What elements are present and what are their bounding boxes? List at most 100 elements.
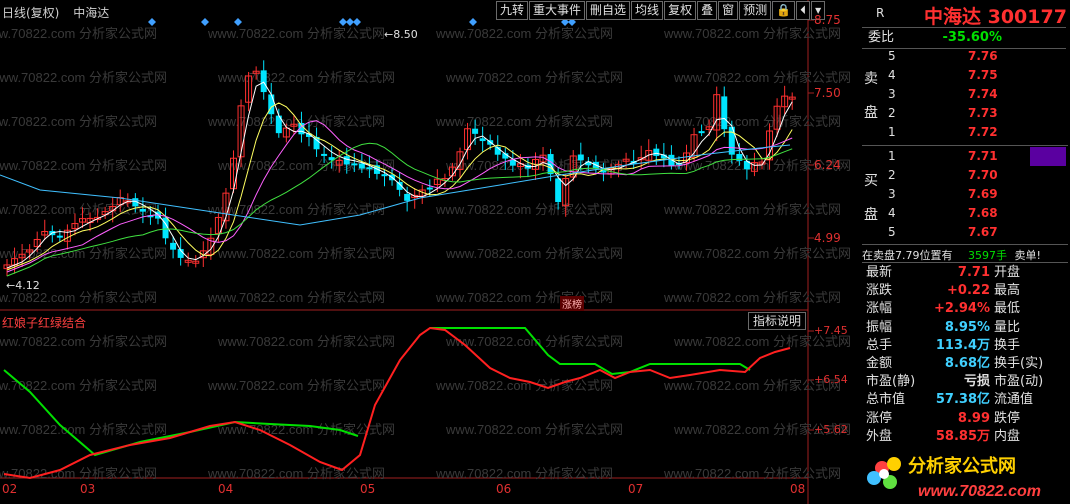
weibi-row: 委比 -35.60% [862,27,1066,49]
watermark-text: www.70822.com 分析家公式网 [673,246,851,261]
order-book-row: 1 7.71 [888,147,1066,166]
quote-value: 58.85万 [935,428,990,444]
candle-body [472,128,479,134]
date-tick: 08 [790,482,806,496]
quote-label: 总市值 [866,392,906,408]
watermark-text: www.70822.com 分析家公式网 [445,334,623,349]
quote-right-label: 市盈(动) [994,374,1044,390]
toolbar-button[interactable]: 复权 [664,1,697,20]
watermark-text: www.70822.com 分析家公式网 [0,422,167,437]
toolbar-button[interactable]: 🔒 [772,1,796,20]
indicator-title: 红娘子红绿结合 [2,316,87,330]
large-order-note: 在卖盘7.79位置有 3597手 卖单! [862,247,1041,263]
price-tick: 8.75 [814,13,841,27]
event-marker-icon [148,18,156,26]
quote-label: 涨跌 [866,283,893,299]
toolbar-button[interactable]: 九转 [496,1,529,20]
watermark-text: www.70822.com 分析家公式网 [445,246,623,261]
event-marker-icon [201,18,209,26]
toolbar-button[interactable]: 均线 [631,1,664,20]
quote-value: 113.4万 [935,337,990,353]
toolbar-button[interactable]: 预测 [739,1,772,20]
note-volume: 3597手 [968,249,1007,262]
high-annotation: ←8.50 [384,28,418,41]
date-tick: 07 [628,482,644,496]
candle-body [698,131,705,134]
order-book-row: 1 7.72 [888,123,1066,142]
quote-label: 总手 [866,337,893,353]
weibi-label: 委比 [868,30,895,45]
book-divider [862,244,1068,245]
order-price: 7.74 [968,87,998,101]
watermark-text: www.70822.com 分析家公式网 [435,290,613,305]
candle-body [358,163,365,169]
toolbar-button[interactable]: 刪自选 [586,1,631,20]
quote-row: 外盘 58.85万 内盘 [862,428,1068,446]
watermark-text: www.70822.com 分析家公式网 [663,114,841,129]
watermark-text: www.70822.com 分析家公式网 [0,334,167,349]
candle-body [479,138,486,142]
indicator-red-line [3,326,791,480]
flower-icon [867,457,901,489]
high-value: 8.50 [393,28,418,41]
quote-value: 57.38亿 [935,392,990,408]
watermark-text: www.70822.com 分析家公式网 [435,114,613,129]
low-value: 4.12 [15,279,40,292]
watermark-text: www.70822.com 分析家公式网 [0,466,157,481]
candle-body [170,242,177,250]
quote-right-label: 流通值 [994,392,1034,408]
indicator-tick: +5.62 [814,423,848,436]
watermark-text: www.70822.com 分析家公式网 [217,70,395,85]
quote-value: 8.99 [957,410,990,426]
price-tick: 4.99 [814,231,841,245]
event-marker-icon [346,18,354,26]
chart-area[interactable]: www.70822.com 分析家公式网 www.70822.com 分析家公式网… [0,0,851,504]
quote-label: 涨幅 [866,301,893,317]
order-price: 7.71 [968,149,998,163]
event-badge[interactable]: 涨榜 [560,296,584,311]
watermark-text: www.70822.com 分析家公式网 [207,466,385,481]
candle-body [366,167,373,170]
order-price: 7.67 [968,225,998,239]
toolbar-button[interactable]: ⏴ [796,1,811,20]
order-volume-bar [1030,147,1066,166]
candle-body [260,70,267,93]
watermark-text: www.70822.com 分析家公式网 [435,466,613,481]
watermark-text: www.70822.com 分析家公式网 [0,114,157,129]
quote-row: 涨跌 +0.22 最高 [862,282,1068,300]
candle-body [139,209,146,212]
order-book-row: 2 7.70 [888,166,1066,185]
order-book-row: 4 7.68 [888,204,1066,223]
toolbar-button[interactable]: 重大事件 [529,1,586,20]
quote-row: 最新 7.71 开盘 [862,264,1068,282]
kline-chart[interactable]: www.70822.com 分析家公式网 www.70822.com 分析家公式网… [0,0,860,504]
sell-label: 盘 [864,105,878,121]
candle-body [577,154,584,161]
date-tick: 03 [80,482,96,496]
quote-row: 总手 113.4万 换手 [862,337,1068,355]
date-tick: 02 [2,482,18,496]
quote-row: 总市值 57.38亿 流通值 [862,391,1068,409]
indicator-help-button[interactable]: 指标说明 [748,312,807,330]
quote-label: 最新 [866,265,893,280]
quote-value: 8.95% [944,319,990,335]
order-level: 1 [888,125,896,139]
logo-url: www.70822.com [918,483,1041,500]
quote-row: 金额 8.68亿 换手(实) [862,355,1068,373]
candle-body [555,178,562,203]
quote-right-label: 开盘 [994,265,1021,280]
order-level: 2 [888,106,896,120]
quote-value: 亏损 [963,374,990,390]
toolbar-button[interactable]: 叠 [697,1,718,20]
chart-toolbar: 九转 重大事件 刪自选 均线 复权叠窗预测 🔒 ⏴ ▾ [496,1,826,20]
quote-label: 金额 [866,356,893,371]
candle-body [426,187,433,190]
candle-body [343,156,350,165]
quote-right-label: 换手(实) [994,356,1044,371]
watermark-text: www.70822.com 分析家公式网 [0,70,167,85]
quote-label: 振幅 [866,319,893,335]
toolbar-button[interactable]: 窗 [718,1,739,20]
order-price: 7.69 [968,187,998,201]
quote-row: 市盈(静) 亏损 市盈(动) [862,373,1068,391]
order-level: 1 [888,149,896,163]
